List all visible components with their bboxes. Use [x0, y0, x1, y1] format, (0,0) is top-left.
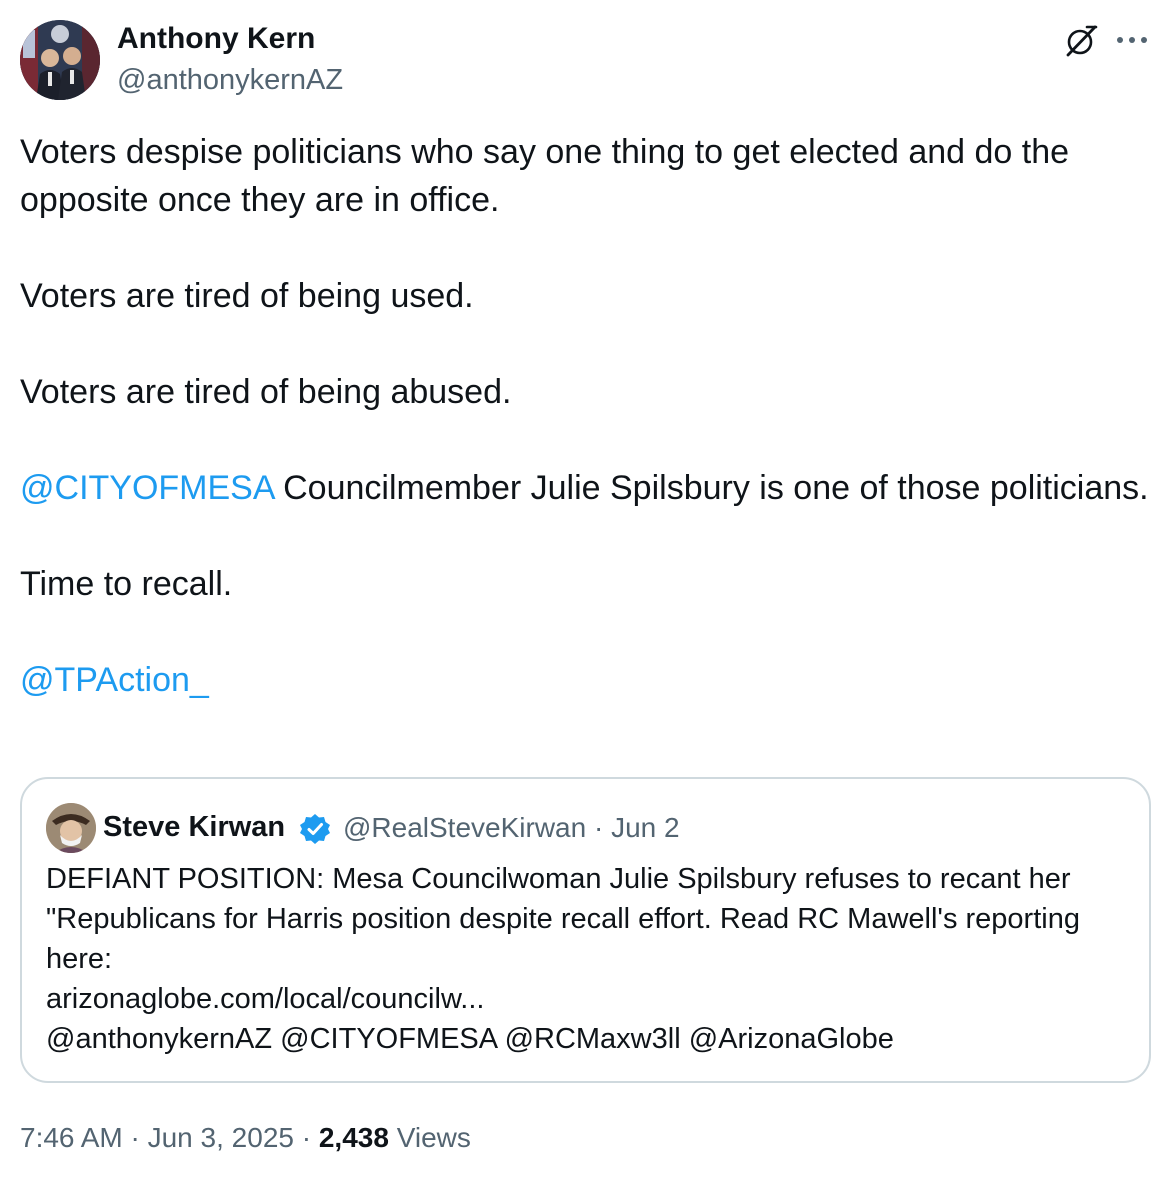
tweet-meta: 7:46 AM · Jun 3, 2025 · 2,438 Views	[20, 1122, 471, 1154]
verified-badge-icon	[298, 812, 332, 846]
author-handle[interactable]: @anthonykernAZ	[117, 64, 343, 97]
quoted-mentions: @anthonykernAZ @CITYOFMESA @RCMaxw3ll @A…	[46, 1023, 894, 1055]
tweet-text-span: Councilmember Julie Spilsbury is one of …	[273, 469, 1149, 507]
tweet-paragraph: Time to recall.	[20, 565, 233, 603]
tweet-paragraph: Voters despise politicians who say one t…	[20, 133, 1070, 219]
quoted-link[interactable]: arizonaglobe.com/local/councilw...	[46, 979, 1136, 1019]
author-avatar[interactable]	[20, 20, 100, 100]
mention-link[interactable]: @CITYOFMESA	[20, 469, 274, 507]
quoted-tweet-text: DEFIANT POSITION: Mesa Councilwoman Juli…	[46, 859, 1136, 1059]
tweet-paragraph: @TPAction_	[20, 656, 1150, 704]
quoted-author-name[interactable]: Steve Kirwan	[103, 811, 285, 844]
quoted-author-avatar[interactable]	[46, 803, 96, 853]
timestamp[interactable]: 7:46 AM · Jun 3, 2025 ·	[20, 1122, 319, 1153]
tweet-paragraph: @CITYOFMESA Councilmember Julie Spilsbur…	[20, 464, 1150, 512]
mention-link[interactable]: @TPAction_	[20, 661, 209, 699]
tweet-paragraph: Voters are tired of being abused.	[20, 373, 512, 411]
views-count: 2,438	[318, 1122, 389, 1153]
author-name[interactable]: Anthony Kern	[117, 22, 315, 56]
quoted-tweet-card[interactable]: Steve Kirwan @RealSteveKirwan · Jun 2 DE…	[20, 777, 1151, 1083]
tweet-text: Voters despise politicians who say one t…	[20, 128, 1150, 704]
tweet-paragraph: Voters are tired of being used.	[20, 277, 474, 315]
views-label: Views	[388, 1122, 471, 1153]
quoted-handle-date: @RealSteveKirwan · Jun 2	[343, 812, 680, 843]
grok-icon[interactable]	[1062, 22, 1100, 60]
more-options-icon[interactable]	[1114, 24, 1150, 56]
tweet: Anthony Kern @anthonykernAZ Voters despi…	[0, 0, 1176, 1180]
quoted-text-main: DEFIANT POSITION: Mesa Councilwoman Juli…	[46, 863, 1080, 975]
